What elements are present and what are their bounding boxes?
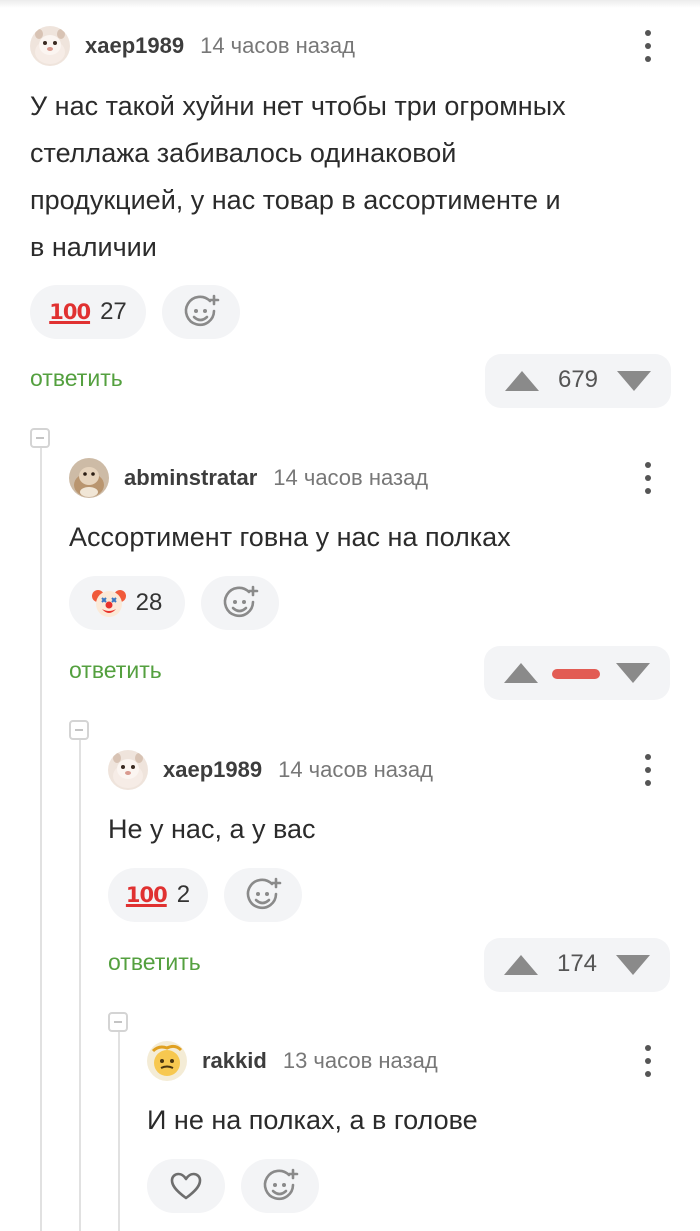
kebab-menu-icon[interactable] [636,460,660,496]
comment-time: 14 часов назад [273,465,429,490]
comment-text: И не на полках, а в голове [147,1097,670,1144]
comment-text-line: продукцией, у нас товар в ассортименте и [30,185,561,215]
reaction-count: 28 [135,589,163,616]
thread-line-level-1[interactable] [40,448,42,1231]
comment-time: 14 часов назад [200,33,355,58]
comment-time: 13 часов назад [282,1048,438,1073]
vote-widget: 679 [485,354,671,408]
comment-header: xaep1989 14 часов назад [30,26,355,66]
thread-line-level-2[interactable] [79,740,81,1231]
kebab-menu-icon[interactable] [636,1043,660,1079]
smiley-plus-icon [246,877,282,910]
negative-rating-bar [552,669,600,679]
rating-value: 679 [557,366,599,393]
vote-widget: 174 [484,938,670,992]
hundred-points-icon: 100 [125,883,168,907]
add-reaction-button[interactable] [162,285,240,339]
add-reaction-button[interactable] [241,1159,319,1213]
vote-widget [484,646,670,700]
collapse-thread-button[interactable] [30,428,50,448]
username[interactable]: abminstratar [124,465,257,491]
comment: abminstratar 14 часов назад Ассортимент … [69,458,670,708]
hundred-points-icon: 100 [49,300,91,324]
comment-text-line: И не на полках, а в голове [147,1105,478,1135]
add-reaction-button[interactable] [201,576,279,630]
reactions: 100 27 [30,285,240,339]
reaction-100-button[interactable]: 100 27 [30,285,146,339]
triangle-down-icon[interactable] [617,371,651,391]
comment: xaep1989 14 часов назад У нас такой хуйн… [30,26,671,416]
kebab-menu-icon[interactable] [636,752,660,788]
add-reaction-button[interactable] [224,868,302,922]
comment-actions: ответить 679 [30,354,671,408]
comment-actions: ответить [69,646,670,700]
reaction-100-button[interactable]: 100 2 [108,868,208,922]
comment-text-line: У нас такой хуйни нет чтобы три огромных [30,91,566,121]
heart-outline-icon [170,1172,202,1200]
reaction-count: 27 [100,298,127,325]
triangle-down-icon[interactable] [616,663,650,683]
top-divider [0,0,700,8]
collapse-thread-button[interactable] [108,1012,128,1032]
username[interactable]: rakkid [202,1048,267,1074]
smiley-plus-icon [223,585,259,618]
smiley-plus-icon [184,294,220,327]
rating-value: 174 [556,950,598,977]
reaction-count: 2 [176,881,191,908]
triangle-down-icon[interactable] [616,955,650,975]
username[interactable]: xaep1989 [85,33,184,59]
triangle-up-icon[interactable] [505,371,539,391]
avatar[interactable] [108,750,148,790]
thread-line-level-3[interactable] [118,1032,120,1231]
comment-text-line: стеллажа забивалось одинаковой [30,138,457,168]
comment-text-line: Ассортимент говна у нас на полках [69,522,511,552]
comment-text: У нас такой хуйни нет чтобы три огромных… [30,83,670,271]
comment-time: 14 часов назад [278,757,433,782]
collapse-thread-button[interactable] [69,720,89,740]
reply-button[interactable]: ответить [30,365,123,392]
comment-header: rakkid 13 часов назад [147,1041,438,1081]
comment-text-line: в наличии [30,232,157,262]
reactions: 100 2 [108,868,302,922]
reactions: 28 [69,576,279,630]
username[interactable]: xaep1989 [163,757,262,783]
reply-button[interactable]: ответить [69,657,162,684]
avatar[interactable] [147,1041,187,1081]
reaction-clown-button[interactable]: 28 [69,576,185,630]
like-button[interactable] [147,1159,225,1213]
triangle-up-icon[interactable] [504,955,538,975]
smiley-plus-icon [263,1168,299,1201]
comment-actions: ответить 174 [108,938,670,992]
clown-face-icon [91,590,126,617]
reactions [147,1159,319,1213]
comment-text: Ассортимент говна у нас на полках [69,514,670,561]
avatar[interactable] [30,26,70,66]
reply-button[interactable]: ответить [108,949,201,976]
comment-header: abminstratar 14 часов назад [69,458,428,498]
comment-text: Не у нас, а у вас [108,806,670,853]
kebab-menu-icon[interactable] [636,28,660,64]
comment-header: xaep1989 14 часов назад [108,750,433,790]
comment: rakkid 13 часов назад И не на полках, а … [147,1041,670,1231]
comment-text-line: Не у нас, а у вас [108,814,316,844]
triangle-up-icon[interactable] [504,663,538,683]
avatar[interactable] [69,458,109,498]
comment: xaep1989 14 часов назад Не у нас, а у ва… [108,750,670,1000]
